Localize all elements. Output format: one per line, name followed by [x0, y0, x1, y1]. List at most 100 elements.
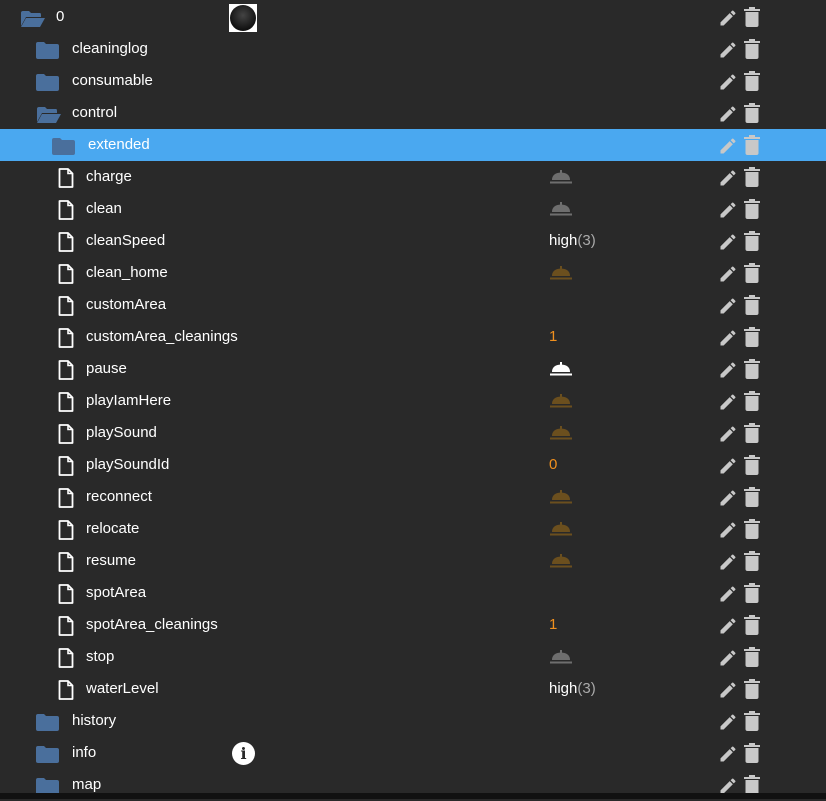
button-bell-icon[interactable]: [550, 170, 572, 188]
file-icon[interactable]: [58, 328, 74, 352]
edit-icon[interactable]: [718, 680, 738, 704]
file-icon[interactable]: [58, 168, 74, 192]
button-bell-icon[interactable]: [550, 650, 572, 668]
edit-icon[interactable]: [718, 648, 738, 672]
tree-row-history[interactable]: history: [0, 705, 826, 737]
tree-row-playiamhere[interactable]: playIamHere: [0, 385, 826, 417]
file-icon[interactable]: [58, 584, 74, 608]
trash-icon[interactable]: [744, 295, 760, 319]
edit-icon[interactable]: [718, 328, 738, 352]
button-bell-icon[interactable]: [550, 202, 572, 220]
trash-icon[interactable]: [744, 39, 760, 63]
trash-icon[interactable]: [744, 647, 760, 671]
button-bell-icon[interactable]: [550, 490, 572, 508]
trash-icon[interactable]: [744, 135, 760, 159]
folder-icon[interactable]: [36, 746, 59, 767]
trash-icon[interactable]: [744, 551, 760, 575]
trash-icon[interactable]: [744, 7, 760, 31]
file-icon[interactable]: [58, 456, 74, 480]
button-bell-icon[interactable]: [550, 522, 572, 540]
file-icon[interactable]: [58, 552, 74, 576]
folder-icon[interactable]: [36, 74, 59, 95]
edit-icon[interactable]: [718, 520, 738, 544]
edit-icon[interactable]: [718, 104, 738, 128]
edit-icon[interactable]: [718, 552, 738, 576]
edit-icon[interactable]: [718, 488, 738, 512]
trash-icon[interactable]: [744, 103, 760, 127]
edit-icon[interactable]: [718, 712, 738, 736]
trash-icon[interactable]: [744, 583, 760, 607]
tree-row-clean[interactable]: clean: [0, 193, 826, 225]
edit-icon[interactable]: [718, 8, 738, 32]
edit-icon[interactable]: [718, 360, 738, 384]
edit-icon[interactable]: [718, 200, 738, 224]
file-icon[interactable]: [58, 200, 74, 224]
edit-icon[interactable]: [718, 72, 738, 96]
trash-icon[interactable]: [744, 423, 760, 447]
folder-icon[interactable]: [36, 714, 59, 735]
tree-row-spotarea[interactable]: spotArea: [0, 577, 826, 609]
trash-icon[interactable]: [744, 359, 760, 383]
folder-icon[interactable]: [52, 138, 75, 159]
edit-icon[interactable]: [718, 136, 738, 160]
file-icon[interactable]: [58, 488, 74, 512]
trash-icon[interactable]: [744, 519, 760, 543]
button-bell-icon[interactable]: [550, 394, 572, 412]
folder-open-icon[interactable]: [20, 10, 46, 32]
button-bell-icon[interactable]: [550, 266, 572, 284]
file-icon[interactable]: [58, 616, 74, 640]
trash-icon[interactable]: [744, 327, 760, 351]
tree-row-customarea-cleanings[interactable]: customArea_cleanings 1: [0, 321, 826, 353]
tree-row-customarea[interactable]: customArea: [0, 289, 826, 321]
info-icon[interactable]: i: [232, 742, 255, 765]
tree-row-clean-home[interactable]: clean_home: [0, 257, 826, 289]
trash-icon[interactable]: [744, 487, 760, 511]
file-icon[interactable]: [58, 424, 74, 448]
edit-icon[interactable]: [718, 264, 738, 288]
folder-open-icon[interactable]: [36, 106, 62, 128]
trash-icon[interactable]: [744, 391, 760, 415]
tree-row-stop[interactable]: stop: [0, 641, 826, 673]
edit-icon[interactable]: [718, 40, 738, 64]
edit-icon[interactable]: [718, 168, 738, 192]
folder-icon[interactable]: [36, 42, 59, 63]
trash-icon[interactable]: [744, 231, 760, 255]
trash-icon[interactable]: [744, 679, 760, 703]
tree-row-spotarea-cleanings[interactable]: spotArea_cleanings 1: [0, 609, 826, 641]
trash-icon[interactable]: [744, 743, 760, 767]
tree-row-pause[interactable]: pause: [0, 353, 826, 385]
tree-row-playsoundid[interactable]: playSoundId 0: [0, 449, 826, 481]
tree-row-cleaninglog[interactable]: cleaninglog: [0, 33, 826, 65]
tree-row-cleanspeed[interactable]: cleanSpeed high(3): [0, 225, 826, 257]
edit-icon[interactable]: [718, 296, 738, 320]
edit-icon[interactable]: [718, 616, 738, 640]
button-bell-icon[interactable]: [550, 554, 572, 572]
file-icon[interactable]: [58, 296, 74, 320]
file-icon[interactable]: [58, 392, 74, 416]
trash-icon[interactable]: [744, 615, 760, 639]
trash-icon[interactable]: [744, 263, 760, 287]
tree-row-playsound[interactable]: playSound: [0, 417, 826, 449]
trash-icon[interactable]: [744, 711, 760, 735]
tree-row-relocate[interactable]: relocate: [0, 513, 826, 545]
trash-icon[interactable]: [744, 167, 760, 191]
file-icon[interactable]: [58, 264, 74, 288]
tree-row-extended[interactable]: extended: [0, 129, 826, 161]
tree-row-info[interactable]: info i: [0, 737, 826, 769]
edit-icon[interactable]: [718, 456, 738, 480]
edit-icon[interactable]: [718, 584, 738, 608]
trash-icon[interactable]: [744, 199, 760, 223]
file-icon[interactable]: [58, 520, 74, 544]
button-bell-icon[interactable]: [550, 362, 572, 380]
edit-icon[interactable]: [718, 744, 738, 768]
file-icon[interactable]: [58, 360, 74, 384]
edit-icon[interactable]: [718, 392, 738, 416]
edit-icon[interactable]: [718, 424, 738, 448]
tree-row-reconnect[interactable]: reconnect: [0, 481, 826, 513]
tree-row-consumable[interactable]: consumable: [0, 65, 826, 97]
tree-row-0[interactable]: 0: [0, 1, 826, 33]
tree-row-control[interactable]: control: [0, 97, 826, 129]
edit-icon[interactable]: [718, 232, 738, 256]
file-icon[interactable]: [58, 232, 74, 256]
trash-icon[interactable]: [744, 455, 760, 479]
